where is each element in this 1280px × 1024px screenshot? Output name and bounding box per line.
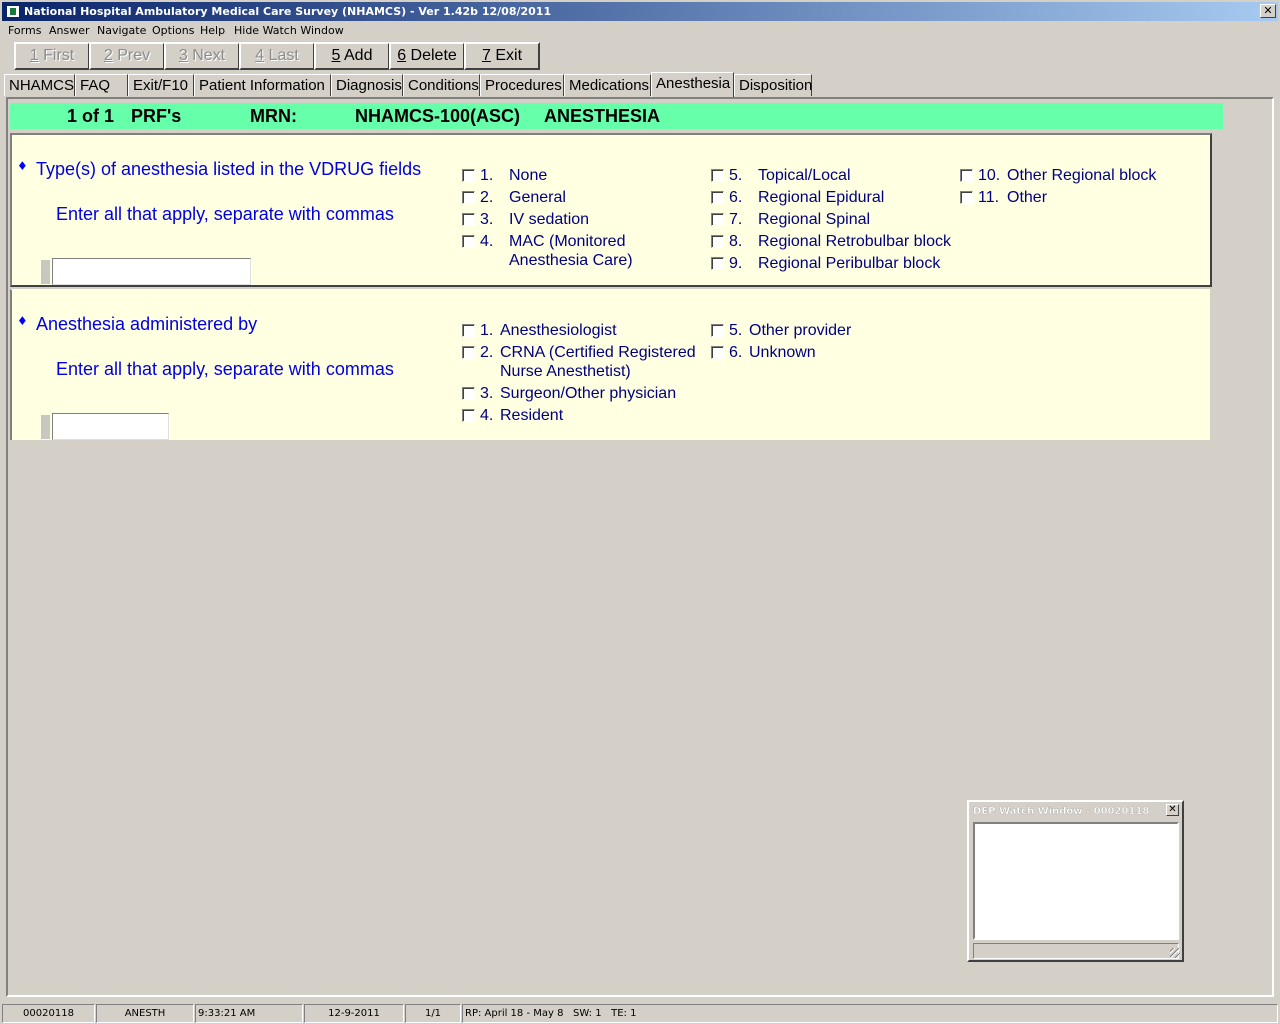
navigation-toolbar: 1 First 2 Prev 3 Next 4 Last 5 Add 6 Del… xyxy=(10,42,542,70)
window-title: National Hospital Ambulatory Medical Car… xyxy=(24,5,552,18)
question-text: Anesthesia administered by xyxy=(36,314,258,334)
tab-medications[interactable]: Medications xyxy=(564,74,651,96)
prev-button[interactable]: 2 Prev xyxy=(89,42,165,70)
prf-label: PRF's xyxy=(131,106,182,126)
tab-faq[interactable]: FAQ xyxy=(75,74,128,96)
question-bullet: ♦ xyxy=(17,314,28,328)
tab-procedures[interactable]: Procedures xyxy=(480,74,564,96)
watch-window[interactable]: DEP Watch Window - 00020118 ✕ xyxy=(967,800,1184,962)
checkbox[interactable] xyxy=(711,346,724,359)
checkbox[interactable] xyxy=(462,235,475,248)
menu-hide-watch-window[interactable]: Hide Watch Window xyxy=(234,22,344,40)
question-anesthesia-types: ♦ Type(s) of anesthesia listed in the VD… xyxy=(10,133,1212,287)
watch-window-content xyxy=(973,822,1179,940)
menu-answer[interactable]: Answer xyxy=(49,22,90,40)
checkbox[interactable] xyxy=(462,213,475,226)
watch-window-close-button[interactable]: ✕ xyxy=(1166,804,1179,816)
delete-button[interactable]: 6 Delete xyxy=(389,42,465,70)
checkbox[interactable] xyxy=(960,191,973,204)
add-button[interactable]: 5 Add xyxy=(314,42,390,70)
last-button[interactable]: 4 Last xyxy=(239,42,315,70)
exit-button[interactable]: 7 Exit xyxy=(464,42,540,70)
checkbox[interactable] xyxy=(462,169,475,182)
record-count: 1 of 1 xyxy=(67,106,115,126)
watch-window-title-bar[interactable]: DEP Watch Window - 00020118 xyxy=(971,804,1180,819)
status-date: 12-9-2011 xyxy=(304,1004,404,1023)
checkbox[interactable] xyxy=(960,169,973,182)
form-id: NHAMCS-100(ASC) xyxy=(355,106,521,126)
answer-handle xyxy=(41,415,50,439)
answer-handle xyxy=(41,260,50,284)
status-bar: 00020118 ANESTH 9:33:21 AM 12-9-2011 1/1… xyxy=(0,1002,1280,1024)
question-instruction: Enter all that apply, separate with comm… xyxy=(56,359,394,379)
checkbox[interactable] xyxy=(462,387,475,400)
title-bar: National Hospital Ambulatory Medical Car… xyxy=(2,2,1278,21)
checkbox[interactable] xyxy=(462,409,475,422)
question-bullet: ♦ xyxy=(17,159,28,173)
checkbox[interactable] xyxy=(711,191,724,204)
tab-strip: NHAMCS FAQ Exit/F10 Patient Information … xyxy=(4,72,1278,97)
status-time: 9:33:21 AM xyxy=(195,1004,303,1023)
status-case-id: 00020118 xyxy=(2,1004,95,1023)
first-button[interactable]: 1 First xyxy=(14,42,90,70)
menu-bar: Forms Answer Navigate Options Help Hide … xyxy=(2,22,1278,40)
tab-exit-f10[interactable]: Exit/F10 xyxy=(128,74,194,96)
tab-patient-information[interactable]: Patient Information xyxy=(194,74,331,96)
tab-anesthesia[interactable]: Anesthesia xyxy=(651,72,734,97)
resize-grip-icon[interactable] xyxy=(1170,948,1180,958)
app-icon xyxy=(6,5,20,18)
checkbox[interactable] xyxy=(462,324,475,337)
tab-diagnosis[interactable]: Diagnosis xyxy=(331,74,403,96)
question-text: Type(s) of anesthesia listed in the VDRU… xyxy=(36,159,422,179)
checkbox[interactable] xyxy=(711,235,724,248)
menu-forms[interactable]: Forms xyxy=(8,22,41,40)
checkbox[interactable] xyxy=(711,213,724,226)
status-section: ANESTH xyxy=(96,1004,194,1023)
mrn-label: MRN: xyxy=(250,106,297,126)
checkbox[interactable] xyxy=(711,169,724,182)
checkbox[interactable] xyxy=(462,191,475,204)
tab-nhamcs[interactable]: NHAMCS xyxy=(4,74,75,96)
next-button[interactable]: 3 Next xyxy=(164,42,240,70)
checkbox[interactable] xyxy=(711,257,724,270)
checkbox[interactable] xyxy=(462,346,475,359)
question-instruction: Enter all that apply, separate with comm… xyxy=(56,204,394,224)
watch-window-title: DEP Watch Window - 00020118 xyxy=(973,806,1150,817)
anesthesia-types-input[interactable] xyxy=(52,258,251,285)
menu-navigate[interactable]: Navigate xyxy=(97,22,146,40)
watch-window-status xyxy=(973,943,1179,959)
record-header: 1 of 1 PRF's MRN: NHAMCS-100(ASC) ANESTH… xyxy=(10,103,1223,129)
question-administered-by: ♦ Anesthesia administered by Enter all t… xyxy=(10,289,1210,440)
window-close-button[interactable]: ✕ xyxy=(1260,4,1276,18)
checkbox[interactable] xyxy=(711,324,724,337)
administered-by-input[interactable] xyxy=(52,413,169,440)
section-title: ANESTHESIA xyxy=(544,106,661,126)
tab-conditions[interactable]: Conditions xyxy=(403,74,480,96)
status-record: 1/1 xyxy=(405,1004,461,1023)
tab-disposition[interactable]: Disposition xyxy=(734,74,812,96)
menu-help[interactable]: Help xyxy=(200,22,225,40)
status-reporting-period: RP: April 18 - May 8 SW: 1 TE: 1 xyxy=(462,1004,1278,1023)
menu-options[interactable]: Options xyxy=(152,22,194,40)
